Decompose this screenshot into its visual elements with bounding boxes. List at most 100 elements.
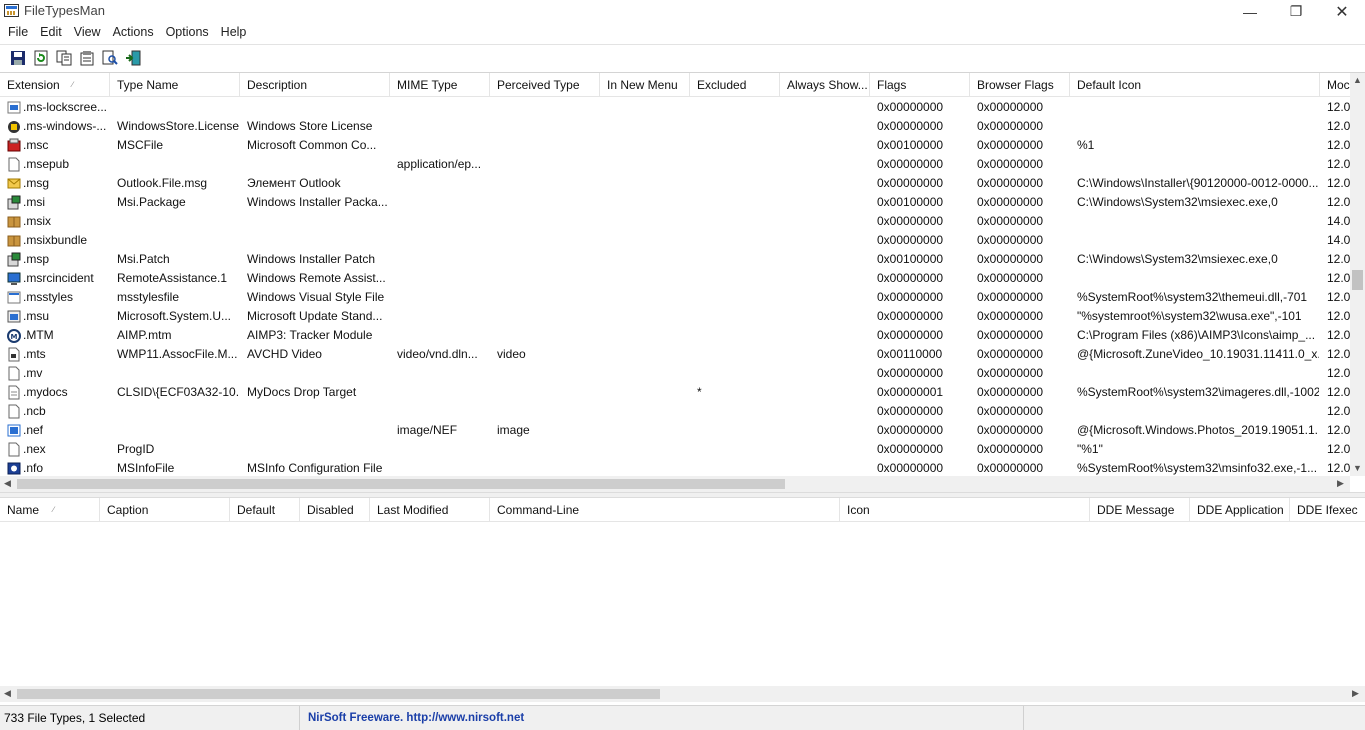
menu-view[interactable]: View bbox=[68, 23, 107, 43]
cell-excluded bbox=[697, 250, 777, 269]
col-default-icon[interactable]: Default Icon bbox=[1070, 73, 1320, 97]
col-extension[interactable]: Extension ∕ bbox=[0, 73, 110, 97]
lower-horizontal-scrollbar[interactable]: ◀ ▶ bbox=[0, 686, 1365, 702]
actions-list[interactable]: Name ∕ Caption Default Disabled Last Modi… bbox=[0, 498, 1365, 704]
vertical-scroll-thumb[interactable] bbox=[1352, 270, 1363, 290]
table-row[interactable]: .mydocs CLSID\{ECF03A32-10... MyDocs Drop … bbox=[0, 383, 1350, 402]
scroll-right-arrow-icon[interactable]: ▶ bbox=[1337, 478, 1344, 489]
table-row[interactable]: .msi Msi.Package Windows Installer Packa..… bbox=[0, 193, 1350, 212]
cell-perceived bbox=[497, 364, 597, 383]
cell-dicon bbox=[1077, 269, 1319, 288]
lower-horizontal-scroll-thumb[interactable] bbox=[17, 689, 660, 699]
copy-icon[interactable] bbox=[54, 48, 74, 68]
maximize-button[interactable]: ❐ bbox=[1273, 0, 1319, 23]
table-row[interactable]: .nfo MSInfoFile MSInfo Configuration File 0… bbox=[0, 459, 1350, 476]
scroll-down-arrow-icon[interactable]: ▼ bbox=[1353, 463, 1362, 473]
col-mime-type[interactable]: MIME Type bbox=[390, 73, 490, 97]
cell-desc: Windows Store License bbox=[247, 119, 373, 133]
table-row[interactable]: .msixbundle 0x00000000 0x00000000 14.0 bbox=[0, 231, 1350, 250]
refresh-icon[interactable] bbox=[31, 48, 51, 68]
col-always-show[interactable]: Always Show... bbox=[780, 73, 870, 97]
cell-desc bbox=[247, 421, 387, 440]
col-default[interactable]: Default bbox=[230, 498, 300, 522]
cell-type bbox=[117, 231, 240, 250]
menu-actions[interactable]: Actions bbox=[107, 23, 160, 43]
cell-flags: 0x00000000 bbox=[877, 290, 944, 304]
properties-icon[interactable] bbox=[77, 48, 97, 68]
table-row[interactable]: .msrcincident RemoteAssistance.1 Windows R… bbox=[0, 269, 1350, 288]
cell-perceived bbox=[497, 383, 597, 402]
col-icon[interactable]: Icon bbox=[840, 498, 1090, 522]
menu-help[interactable]: Help bbox=[215, 23, 253, 43]
cell-ext: .msp bbox=[23, 252, 50, 266]
menu-options[interactable]: Options bbox=[160, 23, 215, 43]
cell-mime bbox=[397, 98, 489, 117]
col-last-modified[interactable]: Last Modified bbox=[370, 498, 490, 522]
cell-excluded bbox=[697, 326, 777, 345]
col-disabled[interactable]: Disabled bbox=[300, 498, 370, 522]
col-in-new-menu[interactable]: In New Menu bbox=[600, 73, 690, 97]
menu-edit[interactable]: Edit bbox=[34, 23, 68, 43]
exit-icon[interactable] bbox=[123, 48, 143, 68]
nirsoft-link[interactable]: NirSoft Freeware. http://www.nirsoft.net bbox=[300, 706, 1024, 730]
table-row[interactable]: .nex ProgID 0x00000000 0x00000000 "%1" 12.0 bbox=[0, 440, 1350, 459]
table-row[interactable]: .mv 0x00000000 0x00000000 12.0 bbox=[0, 364, 1350, 383]
col-dde-application[interactable]: DDE Application bbox=[1190, 498, 1290, 522]
col-name[interactable]: Name ∕ bbox=[0, 498, 100, 522]
table-row[interactable]: .msstyles msstylesfile Windows Visual Styl… bbox=[0, 288, 1350, 307]
cell-dicon: %SystemRoot%\system32\msinfo32.exe,-1... bbox=[1077, 461, 1318, 475]
cell-mod: 12.0 bbox=[1327, 328, 1350, 342]
file-types-list[interactable]: Extension ∕ Type Name Description MIME Ty… bbox=[0, 72, 1365, 492]
cell-type bbox=[117, 212, 240, 231]
table-row[interactable]: .ms-windows-... WindowsStore.License Windo… bbox=[0, 117, 1350, 136]
cell-desc bbox=[247, 98, 387, 117]
col-dde-ifexec[interactable]: DDE Ifexec bbox=[1290, 498, 1365, 522]
col-description[interactable]: Description bbox=[240, 73, 390, 97]
save-icon[interactable] bbox=[8, 48, 28, 68]
table-row[interactable]: .msepub application/ep... 0x00000000 0x0000… bbox=[0, 155, 1350, 174]
scroll-left-arrow-icon[interactable]: ◀ bbox=[4, 478, 11, 489]
cell-flags: 0x00000000 bbox=[877, 100, 944, 114]
col-browser-flags[interactable]: Browser Flags bbox=[970, 73, 1070, 97]
scroll-up-arrow-icon[interactable]: ▲ bbox=[1353, 75, 1362, 85]
table-row[interactable]: .nef image/NEF image 0x00000000 0x00000000 @{… bbox=[0, 421, 1350, 440]
find-icon[interactable] bbox=[100, 48, 120, 68]
table-row[interactable]: .msu Microsoft.System.U... Microsoft Updat… bbox=[0, 307, 1350, 326]
table-row[interactable]: .ms-lockscree... 0x00000000 0x00000000 12.0 bbox=[0, 98, 1350, 117]
table-row[interactable]: .msg Outlook.File.msg Элемент Outlook 0x000… bbox=[0, 174, 1350, 193]
col-modified[interactable]: Moc bbox=[1320, 73, 1350, 97]
col-command-line[interactable]: Command-Line bbox=[490, 498, 840, 522]
table-row[interactable]: .msix 0x00000000 0x00000000 14.0 bbox=[0, 212, 1350, 231]
table-row[interactable]: .msc MSCFile Microsoft Common Co... 0x00100… bbox=[0, 136, 1350, 155]
cell-flags: 0x00000000 bbox=[877, 176, 944, 190]
horizontal-scrollbar[interactable]: ◀ ▶ bbox=[0, 476, 1350, 492]
horizontal-scroll-thumb[interactable] bbox=[17, 479, 785, 489]
col-caption[interactable]: Caption bbox=[100, 498, 230, 522]
table-row[interactable]: .mts WMP11.AssocFile.M... AVCHD Video video… bbox=[0, 345, 1350, 364]
col-perceived-type[interactable]: Perceived Type bbox=[490, 73, 600, 97]
cell-perceived bbox=[497, 307, 597, 326]
table-row[interactable]: M .MTM AIMP.mtm AIMP3: Tracker Module 0x0000… bbox=[0, 326, 1350, 345]
cell-ext: .mv bbox=[23, 366, 43, 380]
close-button[interactable]: ✕ bbox=[1319, 0, 1365, 23]
table-row[interactable]: .ncb 0x00000000 0x00000000 12.0 bbox=[0, 402, 1350, 421]
vertical-scrollbar[interactable]: ▲ ▼ bbox=[1350, 73, 1365, 476]
cell-mime bbox=[397, 117, 489, 136]
cell-ext: .ms-windows-... bbox=[23, 119, 107, 133]
col-flags[interactable]: Flags bbox=[870, 73, 970, 97]
table-row[interactable]: .msp Msi.Patch Windows Installer Patch 0x00… bbox=[0, 250, 1350, 269]
minimize-button[interactable]: — bbox=[1227, 0, 1273, 23]
col-excluded[interactable]: Excluded bbox=[690, 73, 780, 97]
col-dde-message[interactable]: DDE Message bbox=[1090, 498, 1190, 522]
cell-desc: Windows Remote Assist... bbox=[247, 271, 386, 285]
col-type-name[interactable]: Type Name bbox=[110, 73, 240, 97]
lower-scroll-left-arrow-icon[interactable]: ◀ bbox=[4, 688, 11, 699]
installer-icon bbox=[7, 195, 21, 210]
menu-file[interactable]: File bbox=[2, 23, 34, 43]
lower-scroll-right-arrow-icon[interactable]: ▶ bbox=[1352, 688, 1359, 699]
cell-type: MSInfoFile bbox=[117, 461, 175, 475]
cell-flags: 0x00000001 bbox=[877, 385, 944, 399]
cell-bflags: 0x00000000 bbox=[977, 328, 1044, 342]
remote-assistance-icon bbox=[7, 271, 21, 286]
status-empty bbox=[1024, 706, 1365, 730]
